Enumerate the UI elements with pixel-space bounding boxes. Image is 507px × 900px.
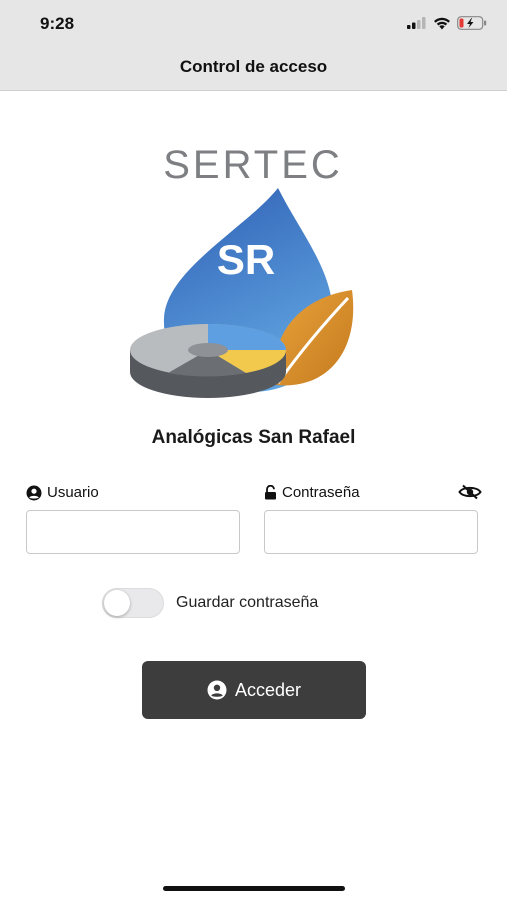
status-icons [407,15,487,31]
logo-mark-text: SR [217,236,275,283]
username-label: Usuario [26,484,99,501]
username-label-text: Usuario [47,484,99,501]
save-password-label: Guardar contraseña [176,594,319,611]
company-logo: SERTEC SR [130,143,354,398]
logo-brand-text: SERTEC [163,143,343,187]
password-label-text: Contraseña [282,484,360,501]
page-title: Control de acceso [179,57,328,76]
toggle-password-visibility[interactable] [458,484,482,505]
login-button[interactable]: Acceder [142,661,366,719]
toggle-knob [104,590,130,616]
user-circle-icon [207,680,227,700]
login-button-label: Acceder [234,679,302,700]
username-field[interactable] [26,510,240,554]
eye-slash-icon [458,484,482,500]
password-label: Contraseña [264,484,360,501]
home-indicator [163,886,345,891]
company-name: Analógicas San Rafael [151,427,356,448]
signal-icon [407,17,426,29]
wifi-icon [434,17,450,29]
save-password-toggle[interactable] [102,588,164,618]
password-field[interactable] [264,510,478,554]
status-time: 9:28 [40,14,75,33]
top-bar: 9:28 Control de acceso [0,0,507,91]
lock-icon [265,485,276,500]
user-icon [26,485,42,500]
battery-icon [457,16,487,30]
